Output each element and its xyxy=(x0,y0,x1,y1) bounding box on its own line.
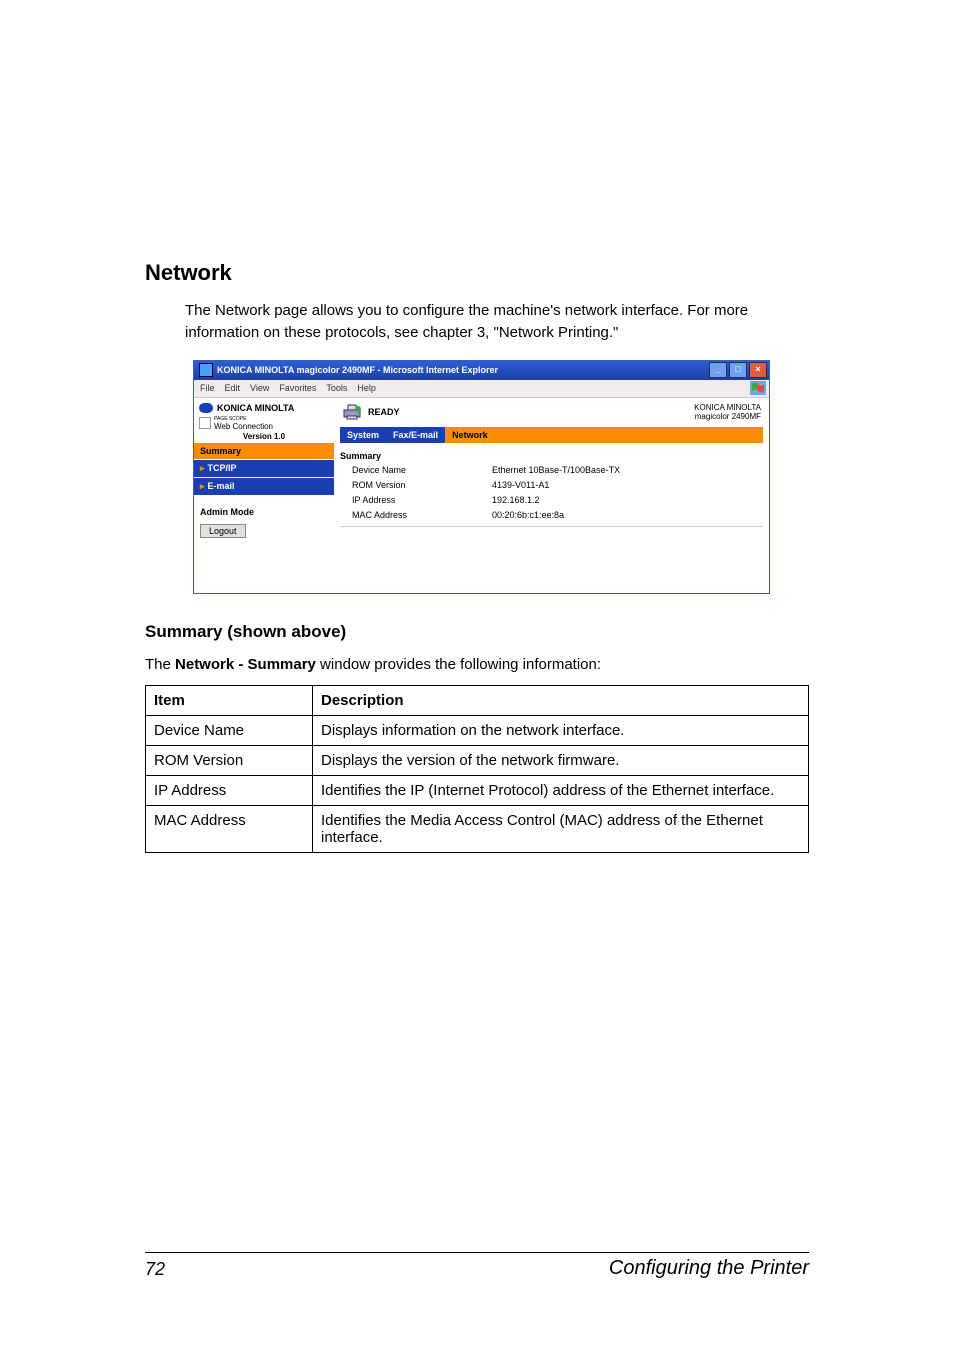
close-button[interactable]: × xyxy=(749,362,767,378)
nav-email[interactable]: ▸E-mail xyxy=(194,478,334,495)
page-number: 72 xyxy=(145,1259,165,1280)
value-rom-version: 4139-V011-A1 xyxy=(492,480,763,490)
device-model: magicolor 2490MF xyxy=(694,412,761,421)
admin-mode-label: Admin Mode xyxy=(194,495,334,521)
summary-table: Item Description Device Name Displays in… xyxy=(145,685,809,853)
logout-button[interactable]: Logout xyxy=(200,524,246,538)
tab-fax[interactable]: Fax/E-mail xyxy=(386,427,445,443)
table-row: IP Address Identifies the IP (Internet P… xyxy=(146,775,809,805)
version-label: Version 1.0 xyxy=(199,432,329,441)
maximize-button[interactable]: □ xyxy=(729,362,747,378)
panel-section-header: Summary xyxy=(340,451,769,461)
nav-summary[interactable]: Summary xyxy=(194,443,334,459)
ie-flag-icon xyxy=(750,381,766,395)
sub-section-title: Summary (shown above) xyxy=(145,622,809,642)
right-pane: READY KONICA MINOLTA magicolor 2490MF Sy… xyxy=(334,398,769,593)
menu-tools[interactable]: Tools xyxy=(326,383,347,393)
pagescope-icon xyxy=(199,417,211,429)
page-footer: 72 Configuring the Printer xyxy=(145,1252,809,1280)
menu-favorites[interactable]: Favorites xyxy=(279,383,316,393)
ie-browser-mock: KONICA MINOLTA magicolor 2490MF - Micros… xyxy=(193,360,770,594)
menu-file[interactable]: File xyxy=(200,383,215,393)
th-item: Item xyxy=(146,685,313,715)
tab-system[interactable]: System xyxy=(340,427,386,443)
value-mac-address: 00:20:6b:c1:ee:8a xyxy=(492,510,763,520)
footer-label: Configuring the Printer xyxy=(609,1257,809,1280)
table-row: MAC Address Identifies the Media Access … xyxy=(146,805,809,852)
menu-view[interactable]: View xyxy=(250,383,269,393)
label-mac-address: MAC Address xyxy=(352,510,492,520)
km-logo-icon xyxy=(199,403,213,413)
label-rom-version: ROM Version xyxy=(352,480,492,490)
menu-help[interactable]: Help xyxy=(357,383,376,393)
device-brand: KONICA MINOLTA xyxy=(694,403,761,412)
section-title: Network xyxy=(145,260,809,286)
table-row: ROM Version Displays the version of the … xyxy=(146,745,809,775)
printer-icon xyxy=(342,404,362,420)
table-row: Device Name Displays information on the … xyxy=(146,715,809,745)
th-description: Description xyxy=(313,685,809,715)
label-device-name: Device Name xyxy=(352,465,492,475)
tab-bar: System Fax/E-mail Network xyxy=(340,427,763,443)
ie-titlebar: KONICA MINOLTA magicolor 2490MF - Micros… xyxy=(194,361,769,380)
nav-tcpip[interactable]: ▸TCP/IP xyxy=(194,460,334,477)
pagescope-label: Web Connection xyxy=(214,423,273,430)
intro-paragraph: The Network - Summary window provides th… xyxy=(145,656,809,673)
left-pane: KONICA MINOLTA PAGE SCOPE Web Connection… xyxy=(194,398,334,593)
value-device-name: Ethernet 10Base-T/100Base-TX xyxy=(492,465,763,475)
ie-menubar: File Edit View Favorites Tools Help xyxy=(194,380,769,398)
ie-icon xyxy=(199,363,213,377)
menu-edit[interactable]: Edit xyxy=(225,383,241,393)
tab-network[interactable]: Network xyxy=(445,427,495,443)
value-ip-address: 192.168.1.2 xyxy=(492,495,763,505)
status-text: READY xyxy=(368,407,400,417)
body-paragraph-1: The Network page allows you to configure… xyxy=(145,300,809,344)
window-controls: _ □ × xyxy=(709,362,769,378)
label-ip-address: IP Address xyxy=(352,495,492,505)
brand-label: KONICA MINOLTA xyxy=(217,403,294,413)
ie-title: KONICA MINOLTA magicolor 2490MF - Micros… xyxy=(217,365,498,375)
minimize-button[interactable]: _ xyxy=(709,362,727,378)
